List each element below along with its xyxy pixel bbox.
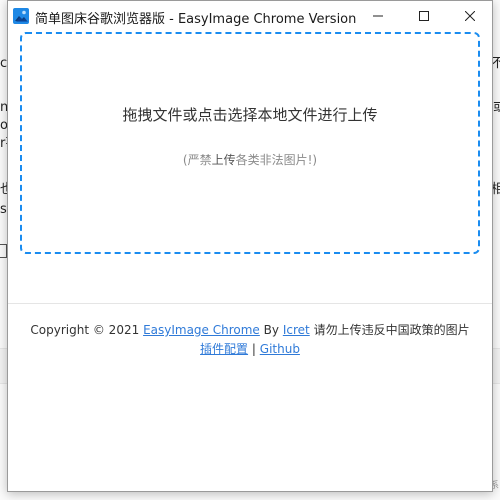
- window-title: 简单图床谷歌浏览器版 - EasyImage Chrome Version: [35, 12, 357, 27]
- maximize-button[interactable]: [401, 1, 447, 31]
- github-link[interactable]: Github: [260, 342, 300, 356]
- plugin-config-link[interactable]: 插件配置: [200, 342, 248, 356]
- divider: [8, 303, 492, 304]
- maximize-icon: [419, 11, 429, 21]
- minimize-button[interactable]: [355, 1, 401, 31]
- footer: Copyright © 2021 EasyImage Chrome By Icr…: [8, 321, 492, 359]
- upload-dropzone[interactable]: 拖拽文件或点击选择本地文件进行上传 (严禁上传各类非法图片!): [20, 32, 480, 254]
- dropzone-instruction: 拖拽文件或点击选择本地文件进行上传: [122, 106, 378, 124]
- by-text: By: [263, 323, 279, 337]
- warning-emphasis: 上传: [211, 153, 236, 167]
- close-button[interactable]: [447, 1, 493, 31]
- warning-suffix: 各类非法图片!): [235, 153, 318, 167]
- link-separator: |: [251, 342, 256, 356]
- copyright-text: Copyright © 2021: [30, 323, 140, 337]
- title-bar[interactable]: 简单图床谷歌浏览器版 - EasyImage Chrome Version: [8, 1, 492, 31]
- app-icon: [13, 8, 29, 24]
- background-text: 或: [493, 100, 500, 115]
- dropzone-warning: (严禁上传各类非法图片!): [22, 151, 478, 168]
- background-bracket: [0, 244, 7, 258]
- policy-notice: 请勿上传违反中国政策的图片: [313, 323, 470, 337]
- footer-line-2: 插件配置 | Github: [8, 340, 492, 359]
- easyimage-link[interactable]: EasyImage Chrome: [143, 323, 260, 337]
- author-link[interactable]: Icret: [283, 323, 310, 337]
- warning-prefix: (严禁: [182, 153, 212, 167]
- footer-line-1: Copyright © 2021 EasyImage Chrome By Icr…: [8, 321, 492, 340]
- close-icon: [465, 11, 475, 21]
- minimize-icon: [373, 15, 383, 17]
- extension-window: 简单图床谷歌浏览器版 - EasyImage Chrome Version 拖拽…: [7, 0, 493, 492]
